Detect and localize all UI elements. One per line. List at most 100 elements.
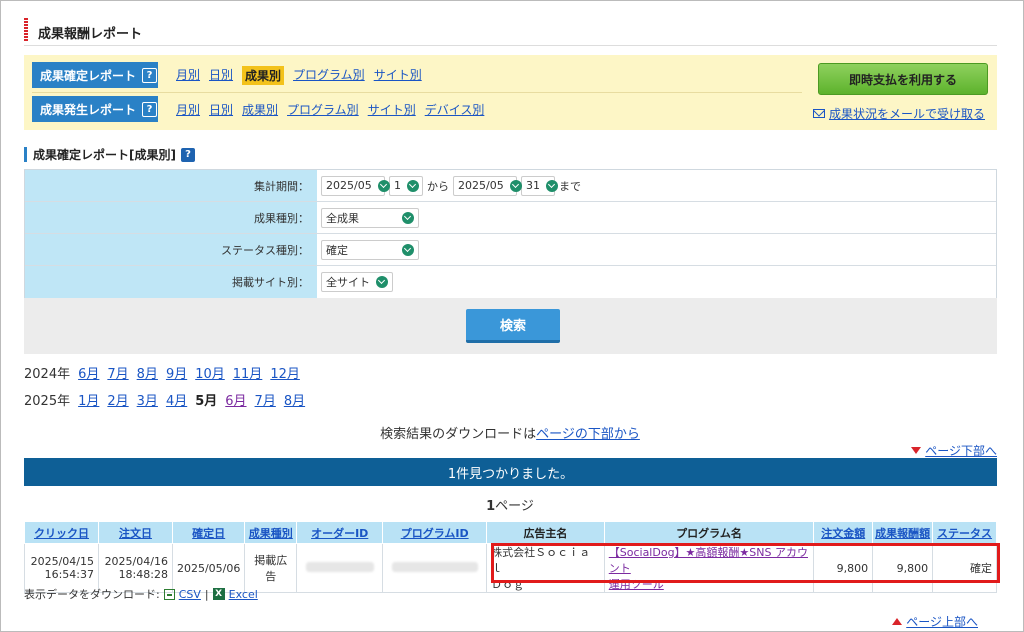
confirmed-report-label: 成果確定レポート ? — [32, 62, 158, 88]
to-top-link[interactable]: ページ上部へ — [892, 613, 978, 630]
month-link[interactable]: 8月 — [137, 363, 158, 382]
from-month-value: 2025/05 — [326, 179, 372, 192]
help-icon[interactable]: ? — [142, 101, 158, 117]
occurred-by-device-link[interactable]: デバイス別 — [425, 101, 485, 118]
to-bottom-link[interactable]: ページ下部へ — [911, 442, 997, 459]
month-link[interactable]: 7月 — [255, 390, 276, 409]
mail-report-link-text[interactable]: 成果状況をメールで受け取る — [829, 105, 985, 122]
header-program-name: プログラム名 — [603, 521, 815, 544]
header-reward[interactable]: 成果報酬額 — [872, 521, 934, 544]
occurred-by-site-link[interactable]: サイト別 — [368, 101, 416, 118]
search-form: 集計期間： 2025/05 1 から 2025/05 31 まで 成果種別： 全… — [24, 169, 997, 299]
header-order-date[interactable]: 注文日 — [97, 521, 173, 544]
sort-type[interactable]: 成果種別 — [249, 527, 293, 540]
month-link[interactable]: 7月 — [107, 363, 128, 382]
download-note-link[interactable]: ページの下部から — [536, 427, 640, 442]
search-button[interactable]: 検索 — [466, 309, 560, 343]
header-status[interactable]: ステータス — [932, 521, 997, 544]
chevron-down-icon — [377, 179, 390, 192]
mail-report-link[interactable]: 成果状況をメールで受け取る — [812, 105, 985, 122]
sort-program-id[interactable]: プログラムID — [401, 527, 469, 540]
sort-order-amount[interactable]: 注文金額 — [821, 527, 865, 540]
advertiser-name-cont: Ｄｏｇ — [491, 578, 525, 591]
program-name-link-cont[interactable]: 運用ツール — [609, 578, 664, 591]
occurred-by-result-link[interactable]: 成果別 — [242, 101, 278, 118]
month-link[interactable]: 9月 — [166, 363, 187, 382]
header-order-id[interactable]: オーダーID — [296, 521, 384, 544]
site-select[interactable]: 全サイト — [321, 272, 393, 292]
month-link[interactable]: 8月 — [284, 390, 305, 409]
period-label: 集計期間： — [25, 170, 317, 201]
page-title: 成果報酬レポート — [24, 18, 997, 46]
program-name-link[interactable]: 【SocialDog】★高額報酬★SNS アカウント — [609, 546, 808, 575]
to-day-value: 31 — [526, 179, 540, 192]
to-bottom-link-text[interactable]: ページ下部へ — [925, 442, 997, 459]
confirmed-by-result-link[interactable]: 成果別 — [242, 65, 285, 85]
confirmed-report-label-text: 成果確定レポート — [40, 68, 137, 83]
arrow-up-icon — [892, 618, 903, 625]
status-row: ステータス種別： 確定 — [25, 234, 996, 266]
cell-program-name[interactable]: 【SocialDog】★高額報酬★SNS アカウント 運用ツール — [603, 543, 815, 593]
type-select[interactable]: 全成果 — [321, 207, 419, 228]
month-link[interactable]: 6月 — [225, 390, 246, 409]
chevron-down-icon — [509, 179, 522, 192]
search-area: 検索 — [24, 298, 997, 354]
from-day-select[interactable]: 1 — [389, 175, 423, 196]
confirmed-daily-link[interactable]: 日別 — [209, 66, 233, 85]
chevron-down-icon — [546, 179, 558, 192]
help-icon[interactable]: ? — [180, 147, 195, 162]
month-link[interactable]: 3月 — [137, 390, 158, 409]
order-date: 2025/04/16 — [104, 555, 168, 568]
occurred-report-links: 月別 日別 成果別 プログラム別 サイト別 デバイス別 — [176, 101, 484, 118]
period-field: 2025/05 1 から 2025/05 31 まで — [317, 170, 996, 201]
month-link[interactable]: 4月 — [166, 390, 187, 409]
occurred-by-program-link[interactable]: プログラム別 — [287, 101, 359, 118]
sort-status[interactable]: ステータス — [937, 527, 992, 540]
advertiser-name: 株式会社Ｓｏｃｉａｌ — [491, 546, 591, 575]
sort-reward[interactable]: 成果報酬額 — [875, 527, 930, 540]
sort-order-id[interactable]: オーダーID — [311, 527, 368, 540]
separator: | — [204, 587, 209, 601]
download-note: 検索結果のダウンロードはページの下部から — [0, 423, 1020, 442]
header-order-amount[interactable]: 注文金額 — [813, 521, 874, 544]
result-count-banner: 1件見つかりました。 — [24, 458, 997, 486]
header-type[interactable]: 成果種別 — [244, 521, 298, 544]
occurred-daily-link[interactable]: 日別 — [209, 101, 233, 118]
current-month: 5月 — [195, 394, 218, 409]
sort-confirm-date[interactable]: 確定日 — [192, 527, 225, 540]
month-link[interactable]: 1月 — [78, 390, 99, 409]
title-marker — [24, 18, 28, 42]
section-heading: 成果確定レポート[成果別] ? — [24, 146, 195, 163]
to-top-link-text[interactable]: ページ上部へ — [906, 613, 978, 630]
from-month-select[interactable]: 2025/05 — [321, 175, 390, 196]
confirmed-by-site-link[interactable]: サイト別 — [374, 66, 422, 85]
instant-payment-button[interactable]: 即時支払を利用する — [818, 63, 988, 95]
header-click-date[interactable]: クリック日 — [24, 521, 99, 544]
confirmed-monthly-link[interactable]: 月別 — [176, 66, 200, 85]
excel-download-link[interactable]: Excel — [229, 588, 258, 601]
header-confirm-date[interactable]: 確定日 — [171, 521, 246, 544]
month-link[interactable]: 2月 — [107, 390, 128, 409]
sort-order-date[interactable]: 注文日 — [119, 527, 152, 540]
confirmed-by-program-link[interactable]: プログラム別 — [293, 66, 365, 85]
month-link[interactable]: 11月 — [233, 363, 263, 382]
month-row-2024: 2024年 6月 7月 8月 9月 10月 11月 12月 — [24, 363, 300, 382]
year-label: 2024年 — [24, 367, 71, 382]
month-link[interactable]: 10月 — [195, 363, 225, 382]
month-link[interactable]: 6月 — [78, 363, 99, 382]
results-table: クリック日 注文日 確定日 成果種別 オーダーID プログラムID 広告主名 プ… — [24, 521, 997, 593]
sort-click-date[interactable]: クリック日 — [34, 527, 89, 540]
csv-download-link[interactable]: CSV — [179, 588, 201, 601]
type-field: 全成果 — [317, 202, 996, 233]
occurred-report-row: 成果発生レポート ? 月別 日別 成果別 プログラム別 サイト別 デバイス別 — [32, 96, 484, 122]
status-select[interactable]: 確定 — [321, 239, 419, 260]
occurred-monthly-link[interactable]: 月別 — [176, 101, 200, 118]
help-icon[interactable]: ? — [142, 67, 158, 83]
to-day-select[interactable]: 31 — [521, 175, 558, 196]
month-link[interactable]: 12月 — [270, 363, 300, 382]
header-program-id[interactable]: プログラムID — [382, 521, 488, 544]
confirmed-report-links: 月別 日別 成果別 プログラム別 サイト別 — [176, 65, 422, 85]
page-number: 1 — [486, 499, 496, 514]
to-month-value: 2025/05 — [458, 179, 504, 192]
to-month-select[interactable]: 2025/05 — [453, 175, 522, 196]
